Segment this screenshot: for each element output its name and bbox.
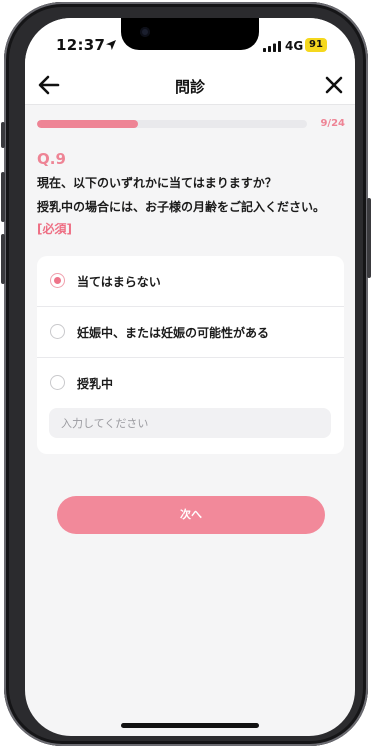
- location-arrow-icon: [106, 40, 116, 50]
- required-label: [必須]: [37, 222, 72, 236]
- question-number: Q.9: [37, 150, 66, 168]
- progress-fill: [37, 120, 139, 128]
- progress-bar: [37, 120, 307, 128]
- next-button[interactable]: 次へ: [57, 496, 325, 534]
- mute-switch: [1, 122, 5, 148]
- volume-up-button: [1, 172, 5, 222]
- child-age-input[interactable]: [49, 408, 331, 438]
- question-text: 現在、以下のいずれかに当てはまりますか？: [37, 176, 277, 190]
- volume-down-button: [1, 234, 5, 284]
- options-card: 当てはまらない 妊娠中、または妊娠の可能性がある 授乳中: [37, 256, 344, 454]
- phone-frame: 12:37 4G 91 問診 9/24 Q.9 現在、以下のいずれかに当てはまり…: [1, 2, 371, 746]
- notch: [121, 18, 259, 50]
- battery-icon: 91: [305, 38, 327, 52]
- radio-button[interactable]: [50, 273, 65, 288]
- close-icon[interactable]: [323, 74, 345, 96]
- option-label: 妊娠中、または妊娠の可能性がある: [77, 326, 270, 340]
- option-label: 当てはまらない: [77, 275, 161, 289]
- option-label: 授乳中: [77, 377, 114, 391]
- home-indicator: [121, 723, 259, 728]
- option-not-applicable[interactable]: 当てはまらない: [37, 256, 344, 306]
- status-bar: 12:37 4G 91: [25, 18, 355, 68]
- side-button: [367, 198, 371, 278]
- option-breastfeeding[interactable]: 授乳中: [37, 358, 344, 408]
- status-time: 12:37: [56, 36, 106, 54]
- page-title: 問診: [174, 78, 205, 96]
- network-type: 4G: [285, 39, 304, 53]
- radio-button[interactable]: [50, 324, 65, 339]
- progress-count: 9/24: [320, 118, 345, 129]
- option-pregnant[interactable]: 妊娠中、または妊娠の可能性がある: [37, 307, 344, 357]
- nav-header: 問診: [25, 68, 355, 105]
- camera-icon: [140, 27, 150, 37]
- signal-icon: [263, 41, 281, 52]
- question-subtext: 授乳中の場合には、お子様の月齢をご記入ください。: [37, 200, 326, 214]
- radio-button[interactable]: [50, 375, 65, 390]
- screen: 12:37 4G 91 問診 9/24 Q.9 現在、以下のいずれかに当てはまり…: [25, 18, 355, 736]
